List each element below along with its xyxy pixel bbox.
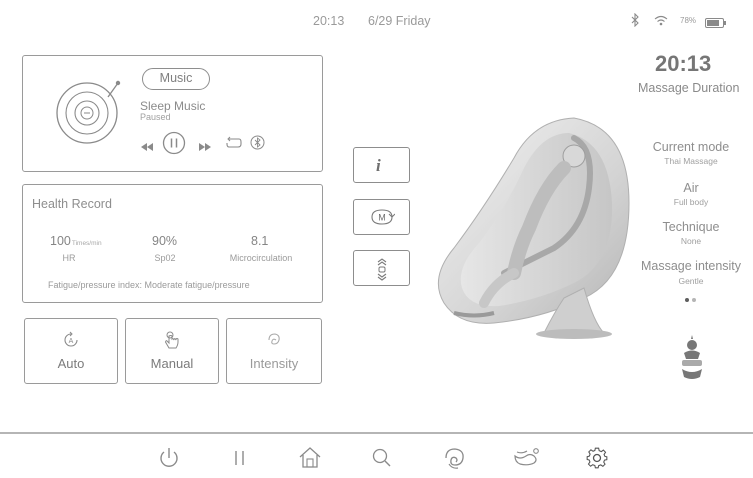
mode-switch-button[interactable]: M (353, 199, 410, 235)
status-date: 6/29 Friday (368, 14, 431, 28)
spo2-label: Sp02 (154, 253, 176, 263)
info-button[interactable]: i (353, 147, 410, 183)
manual-label: Manual (150, 356, 194, 371)
technique-value: None (680, 236, 702, 246)
position-adjust-button[interactable] (353, 250, 410, 286)
spo2-value: 90% (152, 234, 178, 248)
hr-value: 100Times/min (50, 234, 102, 248)
repeat-icon[interactable] (225, 136, 243, 155)
vinyl-record-icon (50, 75, 130, 152)
next-icon[interactable] (198, 139, 212, 157)
search-icon[interactable] (367, 444, 397, 472)
technique-label: Technique (662, 220, 720, 234)
hr-number: 100 (50, 234, 71, 248)
bluetooth-icon (630, 12, 640, 32)
intensity-mode-button[interactable]: Intensity (226, 318, 322, 384)
power-icon[interactable] (154, 444, 184, 472)
bottom-divider (0, 432, 753, 434)
hr-label: HR (62, 253, 76, 263)
manual-mode-button[interactable]: Manual (125, 318, 219, 384)
hr-unit: Times/min (71, 240, 102, 247)
massage-hand-icon[interactable] (440, 444, 470, 472)
mode-switch-icon: M (369, 207, 396, 232)
battery-icon (705, 15, 727, 33)
auto-mode-button[interactable]: A Auto (24, 318, 118, 384)
status-bar: 20:13 6/29 Friday 78% (0, 0, 753, 40)
bluetooth-icon[interactable] (250, 135, 265, 155)
pause-icon[interactable] (162, 131, 186, 160)
health-record-title: Health Record (32, 197, 112, 211)
microcirculation-label: Microcirculation (229, 253, 293, 263)
current-mode-value: Thai Massage (664, 156, 718, 166)
pause-icon[interactable] (225, 444, 255, 472)
session-time: 20:13 (655, 51, 712, 76)
intensity-dots (684, 290, 698, 308)
status-time: 20:13 (313, 14, 345, 28)
info-icon: i (376, 156, 381, 175)
massage-intensity-label: Massage intensity (640, 259, 742, 273)
massage-chair-illustration (424, 108, 634, 348)
playback-state: Paused (140, 112, 171, 122)
massage-duration-label: Massage Duration (638, 81, 740, 95)
position-adjust-icon (374, 256, 390, 287)
fatigue-index: Fatigue/pressure index: Moderate fatigue… (48, 280, 250, 290)
track-title: Sleep Music (140, 99, 206, 113)
chair-status-icon[interactable] (676, 333, 708, 388)
microcirculation-value: 8.1 (251, 234, 269, 248)
foot-icon[interactable] (512, 444, 542, 472)
music-source-button[interactable]: Music (142, 68, 210, 90)
settings-gear-icon[interactable] (583, 444, 613, 472)
massage-chair-screen: 20:13 6/29 Friday 78% Music Sleep Music … (0, 0, 753, 478)
intensity-icon (265, 331, 283, 354)
svg-text:A: A (69, 338, 74, 345)
auto-label: Auto (57, 356, 85, 371)
wifi-icon (653, 13, 669, 32)
battery-percent: 78% (680, 16, 697, 25)
manual-hand-icon (163, 331, 181, 356)
intensity-label: Intensity (249, 356, 299, 371)
prev-icon[interactable] (140, 139, 154, 157)
svg-text:M: M (378, 213, 386, 223)
home-icon[interactable] (295, 444, 325, 472)
current-mode-label: Current mode (652, 140, 730, 154)
massage-intensity-value: Gentle (678, 276, 704, 286)
air-value: Full body (673, 197, 709, 207)
auto-icon: A (62, 331, 80, 354)
air-label: Air (683, 181, 699, 195)
